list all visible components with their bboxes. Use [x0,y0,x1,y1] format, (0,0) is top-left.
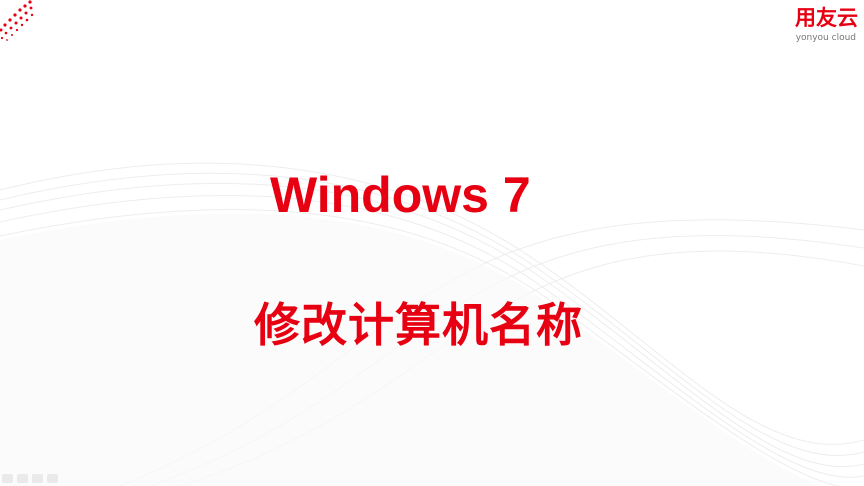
prev-slide-icon[interactable] [2,473,13,483]
pen-icon[interactable] [17,473,28,483]
slide-subtitle: 修改计算机名称 [254,298,583,352]
presentation-slide: 用友云 yonyou cloud Windows 7 修改计算机名称 [0,0,864,486]
dot-pattern-icon [0,0,34,41]
logo-wordmark: 用友云 [795,6,858,30]
slideshow-toolbar [2,472,58,484]
background-wave-decoration [0,162,864,486]
logo-subtitle: yonyou cloud [795,33,856,43]
slides-icon[interactable] [32,473,43,483]
brand-logo: 用友云 yonyou cloud [778,6,858,50]
next-slide-icon[interactable] [47,473,58,483]
slide-title: Windows 7 [270,167,531,223]
